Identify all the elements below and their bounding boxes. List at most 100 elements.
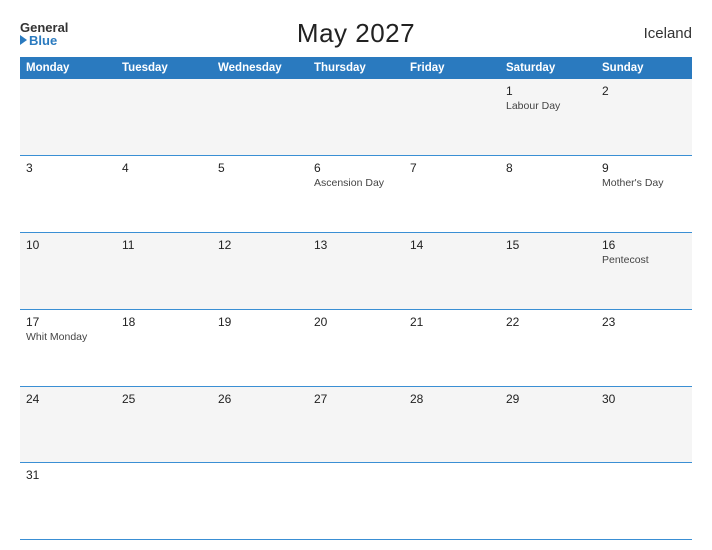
holiday-label: Pentecost: [602, 254, 686, 266]
calendar-day-cell: 9 Mother's Day: [596, 156, 692, 233]
day-number: 23: [602, 315, 686, 329]
calendar-day-cell: 20: [308, 309, 404, 386]
calendar-table: Monday Tuesday Wednesday Thursday Friday…: [20, 57, 692, 540]
logo: General Blue: [20, 21, 68, 47]
holiday-label: Mother's Day: [602, 177, 686, 189]
calendar-day-cell: 5: [212, 156, 308, 233]
day-number: 27: [314, 392, 398, 406]
day-number: 16: [602, 238, 686, 252]
calendar-day-cell: [404, 463, 500, 540]
calendar-day-cell: 12: [212, 233, 308, 310]
day-number: 29: [506, 392, 590, 406]
day-number: 18: [122, 315, 206, 329]
calendar-day-cell: 1 Labour Day: [500, 79, 596, 156]
day-number: 20: [314, 315, 398, 329]
day-number: 17: [26, 315, 110, 329]
calendar-day-cell: [308, 463, 404, 540]
weekday-header-row: Monday Tuesday Wednesday Thursday Friday…: [20, 57, 692, 79]
calendar-day-cell: [116, 79, 212, 156]
calendar-week-row: 3456 Ascension Day 789 Mother's Day: [20, 156, 692, 233]
calendar-day-cell: [212, 463, 308, 540]
day-number: 25: [122, 392, 206, 406]
calendar-day-cell: 22: [500, 309, 596, 386]
logo-triangle-icon: [20, 35, 27, 45]
calendar-page: General Blue May 2027 Iceland Monday Tue…: [0, 0, 712, 550]
header-saturday: Saturday: [500, 57, 596, 79]
calendar-day-cell: 26: [212, 386, 308, 463]
calendar-day-cell: 17 Whit Monday: [20, 309, 116, 386]
calendar-day-cell: 30: [596, 386, 692, 463]
calendar-week-row: 24 25 26 27 28 29 30: [20, 386, 692, 463]
calendar-day-cell: 4: [116, 156, 212, 233]
calendar-day-cell: [20, 79, 116, 156]
day-number: 5: [218, 161, 302, 175]
day-number: 1: [506, 84, 590, 98]
day-number: 22: [506, 315, 590, 329]
day-number: 10: [26, 238, 110, 252]
day-number: 8: [506, 161, 590, 175]
calendar-day-cell: 18: [116, 309, 212, 386]
calendar-day-cell: [404, 79, 500, 156]
day-number: 31: [26, 468, 110, 482]
day-number: 26: [218, 392, 302, 406]
header-sunday: Sunday: [596, 57, 692, 79]
day-number: 2: [602, 84, 686, 98]
calendar-day-cell: 21: [404, 309, 500, 386]
calendar-day-cell: 27: [308, 386, 404, 463]
calendar-day-cell: [212, 79, 308, 156]
calendar-day-cell: 6 Ascension Day: [308, 156, 404, 233]
day-number: 11: [122, 238, 206, 252]
logo-general-text: General: [20, 21, 68, 34]
header-monday: Monday: [20, 57, 116, 79]
calendar-week-row: 1 Labour Day 2: [20, 79, 692, 156]
calendar-day-cell: [596, 463, 692, 540]
calendar-day-cell: 10: [20, 233, 116, 310]
calendar-day-cell: 7: [404, 156, 500, 233]
country-label: Iceland: [644, 25, 692, 42]
calendar-day-cell: 13: [308, 233, 404, 310]
day-number: 30: [602, 392, 686, 406]
holiday-label: Whit Monday: [26, 331, 110, 343]
calendar-day-cell: 16 Pentecost: [596, 233, 692, 310]
calendar-day-cell: 2: [596, 79, 692, 156]
calendar-day-cell: 25: [116, 386, 212, 463]
calendar-title: May 2027: [297, 18, 415, 49]
calendar-day-cell: [116, 463, 212, 540]
calendar-day-cell: 29: [500, 386, 596, 463]
header-friday: Friday: [404, 57, 500, 79]
day-number: 13: [314, 238, 398, 252]
calendar-day-cell: 24: [20, 386, 116, 463]
calendar-day-cell: 15: [500, 233, 596, 310]
day-number: 24: [26, 392, 110, 406]
day-number: 12: [218, 238, 302, 252]
day-number: 15: [506, 238, 590, 252]
holiday-label: Ascension Day: [314, 177, 398, 189]
calendar-week-row: 10 11 12 13 14 15 16 Pentecost: [20, 233, 692, 310]
calendar-day-cell: 23: [596, 309, 692, 386]
header-wednesday: Wednesday: [212, 57, 308, 79]
calendar-day-cell: [308, 79, 404, 156]
calendar-day-cell: 11: [116, 233, 212, 310]
header-thursday: Thursday: [308, 57, 404, 79]
calendar-day-cell: [500, 463, 596, 540]
calendar-week-row: 17 Whit Monday 18 19 20 21 22 23: [20, 309, 692, 386]
calendar-day-cell: 3: [20, 156, 116, 233]
calendar-header: General Blue May 2027 Iceland: [20, 18, 692, 49]
holiday-label: Labour Day: [506, 100, 590, 112]
calendar-day-cell: 8: [500, 156, 596, 233]
calendar-day-cell: 31: [20, 463, 116, 540]
calendar-week-row: 31: [20, 463, 692, 540]
day-number: 9: [602, 161, 686, 175]
day-number: 3: [26, 161, 110, 175]
day-number: 28: [410, 392, 494, 406]
calendar-day-cell: 28: [404, 386, 500, 463]
header-tuesday: Tuesday: [116, 57, 212, 79]
day-number: 19: [218, 315, 302, 329]
day-number: 4: [122, 161, 206, 175]
calendar-day-cell: 19: [212, 309, 308, 386]
day-number: 14: [410, 238, 494, 252]
calendar-day-cell: 14: [404, 233, 500, 310]
day-number: 7: [410, 161, 494, 175]
day-number: 6: [314, 161, 398, 175]
day-number: 21: [410, 315, 494, 329]
